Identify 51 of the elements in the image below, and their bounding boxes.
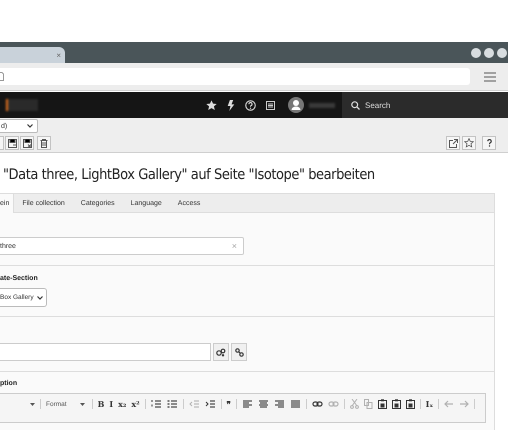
username-placeholder	[309, 102, 335, 108]
indent-icon[interactable]	[204, 399, 216, 409]
link-icon[interactable]	[312, 399, 323, 409]
save-close-button[interactable]	[20, 136, 34, 150]
search-field[interactable]: Search	[342, 92, 508, 118]
align-right-icon[interactable]	[274, 399, 285, 409]
list-icon[interactable]	[266, 100, 275, 110]
align-center-icon[interactable]	[258, 399, 269, 409]
menu-icon[interactable]	[484, 72, 496, 82]
tab-close-button[interactable]: ×	[56, 50, 61, 60]
clipboard-icon[interactable]	[406, 399, 415, 409]
search-icon	[351, 100, 360, 110]
caret-icon	[80, 402, 85, 406]
logo-placeholder	[6, 99, 38, 111]
editor-button[interactable]: B	[98, 399, 104, 409]
align-left-icon[interactable]	[242, 399, 253, 409]
link-browser-button[interactable]	[213, 343, 229, 361]
bookmark-button[interactable]	[462, 136, 476, 150]
trash-icon	[40, 138, 48, 148]
justify-icon[interactable]	[290, 399, 301, 409]
save-icon	[8, 138, 16, 148]
olist-icon[interactable]	[150, 399, 162, 409]
save-close-icon	[22, 138, 32, 148]
avatar-icon[interactable]	[288, 97, 304, 113]
link-input[interactable]	[0, 343, 211, 361]
editor-button[interactable]: x₂	[118, 399, 126, 409]
browser-tab[interactable]: ×	[0, 47, 65, 63]
link-wizard-icon	[216, 348, 226, 356]
help-button[interactable]	[482, 136, 496, 150]
question-icon	[486, 139, 492, 147]
save-button[interactable]	[5, 136, 19, 150]
star-icon	[464, 138, 474, 148]
clipboard-icon[interactable]	[392, 399, 401, 409]
help-icon[interactable]	[245, 100, 256, 110]
ulist-icon[interactable]	[166, 399, 178, 409]
unlink-button[interactable]	[231, 343, 247, 361]
star-icon[interactable]	[206, 100, 217, 110]
page-title: "Data three, LightBox Gallery" auf Seite "Isotope" bearbeiten	[3, 167, 376, 183]
lightning-icon[interactable]	[227, 100, 235, 110]
external-icon	[448, 138, 458, 148]
clipboard-icon[interactable]	[378, 399, 387, 409]
delete-button[interactable]	[37, 136, 51, 150]
caret-icon[interactable]	[30, 402, 35, 406]
editor-button[interactable]: x²	[131, 399, 140, 409]
chain-icon	[234, 348, 244, 356]
editor-button[interactable]: ❞	[226, 399, 231, 409]
chevron-icon	[27, 124, 33, 128]
editor-button[interactable]: I	[109, 399, 114, 409]
editor-button[interactable]: Iₓ	[426, 399, 434, 409]
chevron-icon	[37, 296, 43, 300]
open-external-button[interactable]	[446, 136, 460, 150]
